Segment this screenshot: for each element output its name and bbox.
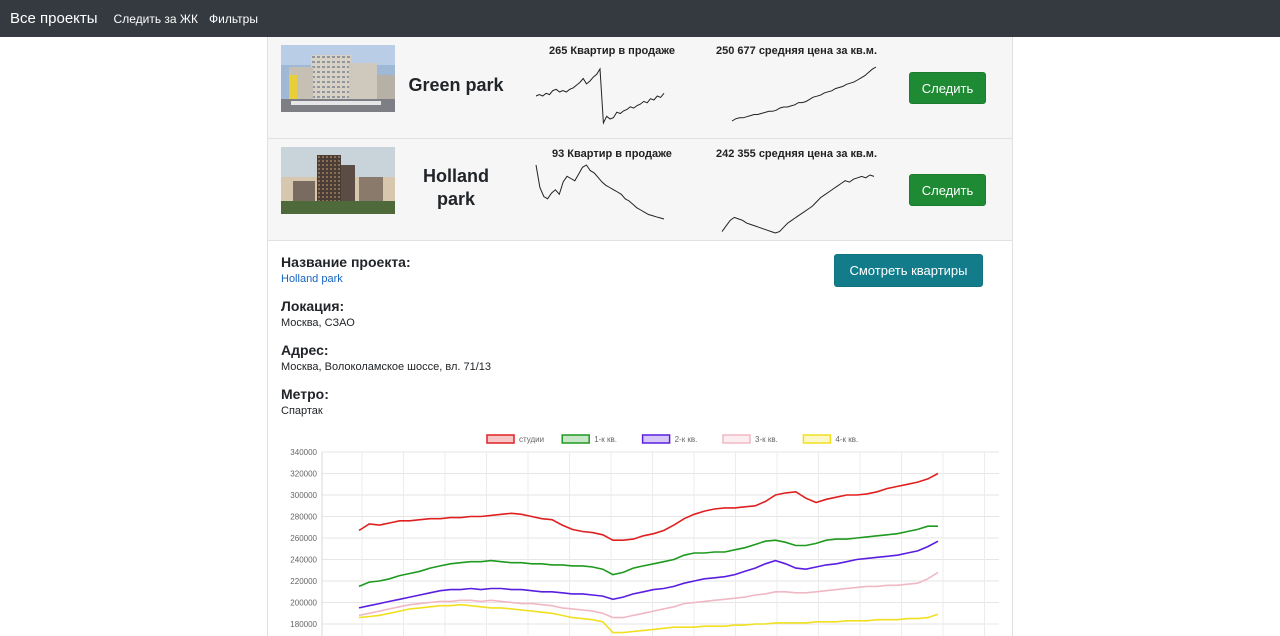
- legend-label: студии: [519, 435, 544, 444]
- follow-button[interactable]: Следить: [909, 72, 986, 104]
- price-sparkline-line: [721, 174, 875, 234]
- legend-label: 4-к кв.: [835, 435, 858, 444]
- project-details: Название проекта: Holland park Локация: …: [268, 241, 1012, 636]
- series-line: [358, 603, 939, 634]
- address-heading: Адрес:: [281, 342, 329, 358]
- project-card: Green park 265 Квартир в продаже 250 677…: [268, 37, 1012, 139]
- address-value: Москва, Волоколамское шоссе, вл. 71/13: [281, 361, 491, 373]
- series-line: [358, 472, 939, 541]
- nav-link-filters[interactable]: Фильтры: [209, 12, 258, 26]
- y-tick-label: 340000: [290, 448, 317, 457]
- top-navbar: Все проекты Следить за ЖК Фильтры: [0, 0, 1280, 37]
- avg-price-label: 242 355 средняя цена за кв.м.: [716, 148, 878, 160]
- metro-heading: Метро:: [281, 386, 329, 402]
- flats-count-label: 265 Квартир в продаже: [549, 45, 675, 57]
- legend-swatch: [486, 434, 515, 444]
- main-column: Green park 265 Квартир в продаже 250 677…: [267, 37, 1013, 636]
- legend-label: 3-к кв.: [755, 435, 778, 444]
- legend-swatch: [802, 434, 832, 444]
- legend-swatch: [641, 434, 671, 444]
- location-heading: Локация:: [281, 298, 345, 314]
- y-tick-label: 180000: [290, 620, 317, 629]
- project-photo[interactable]: [281, 147, 395, 214]
- series-line: [358, 540, 939, 609]
- price-sparkline: [731, 66, 877, 122]
- project-name[interactable]: Holland park: [402, 165, 510, 211]
- flats-sparkline-line: [535, 67, 665, 125]
- y-tick-label: 240000: [290, 556, 317, 565]
- flats-sparkline: [535, 164, 665, 220]
- y-tick-label: 200000: [290, 599, 317, 608]
- project-name-heading: Название проекта:: [281, 254, 411, 270]
- legend-label: 2-к кв.: [675, 435, 698, 444]
- y-tick-label: 300000: [290, 491, 317, 500]
- price-history-chart: 340000 320000 300000 280000 260000 240000 2200…: [290, 434, 999, 636]
- price-sparkline: [721, 174, 875, 234]
- location-value: Москва, СЗАО: [281, 317, 355, 329]
- flats-sparkline: [535, 67, 665, 125]
- project-name-link[interactable]: Holland park: [281, 273, 343, 285]
- y-tick-label: 320000: [290, 470, 317, 479]
- legend-label: 1-к кв.: [594, 435, 617, 444]
- project-photo[interactable]: [281, 45, 395, 112]
- price-sparkline-line: [731, 66, 877, 122]
- legend-swatch: [561, 434, 590, 444]
- avg-price-label: 250 677 средняя цена за кв.м.: [716, 45, 878, 57]
- y-tick-label: 260000: [290, 534, 317, 543]
- series-line: [358, 571, 939, 619]
- metro-value: Спартак: [281, 405, 323, 417]
- follow-button[interactable]: Следить: [909, 174, 986, 206]
- legend-swatch: [722, 434, 751, 444]
- flats-count-label: 93 Квартир в продаже: [552, 148, 672, 160]
- y-tick-label: 220000: [290, 577, 317, 586]
- project-name[interactable]: Green park: [402, 74, 510, 97]
- y-tick-label: 280000: [290, 513, 317, 522]
- flats-sparkline-line: [535, 164, 665, 220]
- nav-link-follow[interactable]: Следить за ЖК: [114, 12, 198, 26]
- project-card: Holland park 93 Квартир в продаже 242 35…: [268, 139, 1012, 241]
- brand-all-projects[interactable]: Все проекты: [10, 10, 98, 27]
- view-apartments-button[interactable]: Смотреть квартиры: [834, 254, 983, 287]
